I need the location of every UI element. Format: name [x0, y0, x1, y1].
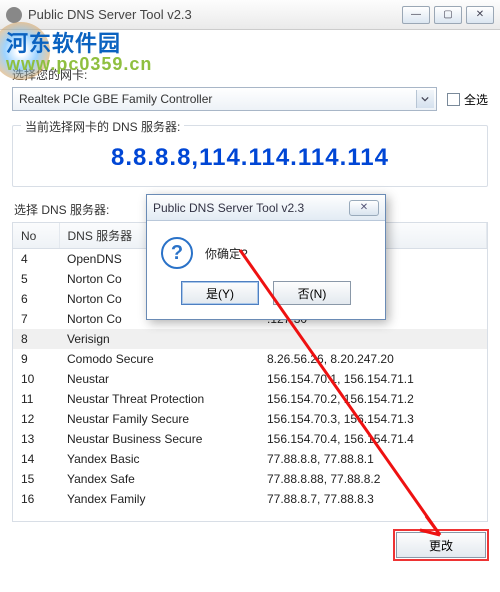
select-all-checkbox[interactable]: 全选 — [447, 91, 488, 108]
cell-addr: 77.88.8.8, 77.88.8.1 — [259, 449, 487, 469]
dialog-no-button[interactable]: 否(N) — [273, 281, 351, 305]
cell-no: 6 — [13, 289, 59, 309]
app-icon — [6, 7, 22, 23]
cell-addr — [259, 329, 487, 349]
cell-addr: 77.88.8.88, 77.88.8.2 — [259, 469, 487, 489]
nic-combo-value: Realtek PCIe GBE Family Controller — [19, 92, 212, 106]
table-row[interactable]: 16Yandex Family77.88.8.7, 77.88.8.3 — [13, 489, 487, 509]
cell-name: Yandex Family — [59, 489, 259, 509]
cell-addr: 77.88.8.7, 77.88.8.3 — [259, 489, 487, 509]
cell-no: 11 — [13, 389, 59, 409]
cell-no: 8 — [13, 329, 59, 349]
cell-no: 13 — [13, 429, 59, 449]
window-titlebar: Public DNS Server Tool v2.3 — ▢ ✕ — [0, 0, 500, 30]
cell-no: 14 — [13, 449, 59, 469]
cell-name: Yandex Basic — [59, 449, 259, 469]
cell-addr: 156.154.70.3, 156.154.71.3 — [259, 409, 487, 429]
nic-combo[interactable]: Realtek PCIe GBE Family Controller — [12, 87, 437, 111]
nic-label: 选择您的网卡: — [12, 66, 488, 83]
col-no[interactable]: No — [13, 223, 59, 249]
current-dns-title: 当前选择网卡的 DNS 服务器: — [21, 118, 184, 135]
table-row[interactable]: 15Yandex Safe77.88.8.88, 77.88.8.2 — [13, 469, 487, 489]
cell-name: Neustar Threat Protection — [59, 389, 259, 409]
cell-no: 16 — [13, 489, 59, 509]
dialog-titlebar: Public DNS Server Tool v2.3 ✕ — [147, 195, 385, 221]
checkbox-icon — [447, 93, 460, 106]
cell-name: Yandex Safe — [59, 469, 259, 489]
current-dns-value: 8.8.8.8,114.114.114.114 — [21, 136, 479, 178]
table-row[interactable]: 14Yandex Basic77.88.8.8, 77.88.8.1 — [13, 449, 487, 469]
cell-no: 9 — [13, 349, 59, 369]
cell-name: Verisign — [59, 329, 259, 349]
table-row[interactable]: 8Verisign — [13, 329, 487, 349]
select-all-label: 全选 — [464, 91, 488, 108]
cell-addr: 156.154.70.2, 156.154.71.2 — [259, 389, 487, 409]
table-row[interactable]: 13Neustar Business Secure156.154.70.4, 1… — [13, 429, 487, 449]
dialog-close-button[interactable]: ✕ — [349, 200, 379, 216]
cell-no: 5 — [13, 269, 59, 289]
current-dns-group: 当前选择网卡的 DNS 服务器: 8.8.8.8,114.114.114.114 — [12, 125, 488, 187]
cell-addr: 156.154.70.4, 156.154.71.4 — [259, 429, 487, 449]
dialog-title: Public DNS Server Tool v2.3 — [153, 201, 349, 215]
cell-name: Neustar — [59, 369, 259, 389]
maximize-button[interactable]: ▢ — [434, 6, 462, 24]
question-icon: ? — [161, 237, 193, 269]
change-button[interactable]: 更改 — [396, 532, 486, 558]
cell-name: Comodo Secure — [59, 349, 259, 369]
table-row[interactable]: 9Comodo Secure8.26.56.26, 8.20.247.20 — [13, 349, 487, 369]
cell-no: 12 — [13, 409, 59, 429]
cell-no: 4 — [13, 249, 59, 270]
cell-no: 15 — [13, 469, 59, 489]
dialog-message: 你确定? — [205, 245, 248, 262]
confirm-dialog: Public DNS Server Tool v2.3 ✕ ? 你确定? 是(Y… — [146, 194, 386, 320]
cell-name: Neustar Family Secure — [59, 409, 259, 429]
cell-no: 7 — [13, 309, 59, 329]
minimize-button[interactable]: — — [402, 6, 430, 24]
cell-no: 10 — [13, 369, 59, 389]
table-row[interactable]: 11Neustar Threat Protection156.154.70.2,… — [13, 389, 487, 409]
table-row[interactable]: 12Neustar Family Secure156.154.70.3, 156… — [13, 409, 487, 429]
dialog-yes-button[interactable]: 是(Y) — [181, 281, 259, 305]
cell-addr: 8.26.56.26, 8.20.247.20 — [259, 349, 487, 369]
chevron-down-icon[interactable] — [416, 90, 434, 108]
window-title: Public DNS Server Tool v2.3 — [28, 7, 402, 22]
table-row[interactable]: 10Neustar156.154.70.1, 156.154.71.1 — [13, 369, 487, 389]
cell-addr: 156.154.70.1, 156.154.71.1 — [259, 369, 487, 389]
cell-name: Neustar Business Secure — [59, 429, 259, 449]
close-button[interactable]: ✕ — [466, 6, 494, 24]
